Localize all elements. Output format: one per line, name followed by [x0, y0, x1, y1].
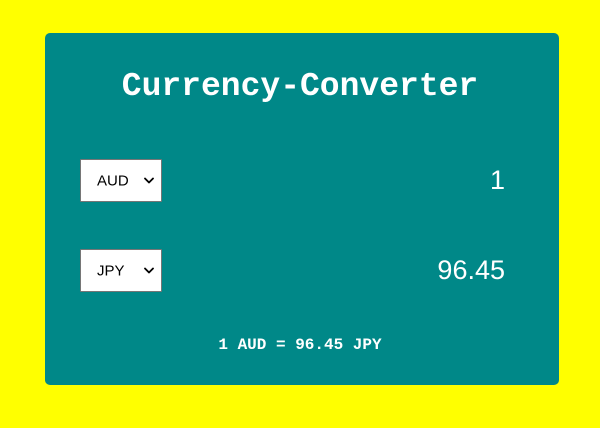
chevron-down-icon	[144, 267, 154, 273]
to-amount: 96.45	[437, 255, 505, 285]
from-amount[interactable]: 1	[490, 167, 505, 194]
exchange-rate-text: 1 AUD = 96.45 JPY	[218, 336, 382, 354]
to-currency-value: JPY	[97, 262, 125, 279]
from-currency-select[interactable]: AUD	[80, 159, 162, 202]
from-currency-value: AUD	[97, 172, 129, 189]
chevron-down-icon	[144, 177, 154, 183]
to-currency-select[interactable]: JPY	[80, 249, 162, 292]
page-title: Currency-Converter	[121, 68, 479, 105]
